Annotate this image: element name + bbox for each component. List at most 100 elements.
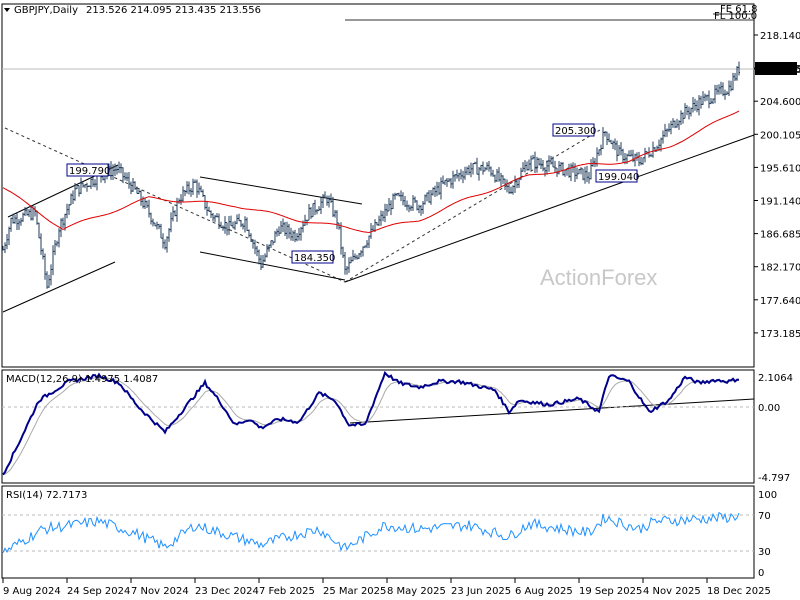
price-bar [714,84,716,104]
dashed-trendline [344,129,601,283]
price-bar [156,221,158,230]
price-bar [558,161,560,175]
price-bar [20,217,22,226]
price-bar [358,252,360,260]
price-bar [300,226,302,241]
price-bar [430,189,432,205]
price-bar [528,159,530,171]
price-bar [684,103,686,119]
price-bar [222,225,224,231]
price-bar [508,182,510,194]
price-bar [78,185,80,197]
price-bar [720,81,722,95]
price-bar [542,160,544,172]
price-bar [474,161,476,165]
price-bar [444,179,446,186]
symbol-title: GBPJPY,Daily [14,5,78,16]
price-bar [206,200,208,216]
price-bar [332,196,334,218]
price-tick-label: 182.170 [760,263,800,274]
price-bar [512,185,514,195]
price-bar [538,157,540,166]
price-bar [322,193,324,209]
price-bar [350,256,352,264]
watermark: ActionForex [540,265,657,290]
price-bar [402,192,404,206]
price-bar [48,274,50,288]
price-bar [190,188,192,197]
date-tick-label: 8 May 2025 [387,586,446,597]
price-bar [726,91,728,95]
price-bar [320,197,322,214]
price-bar [468,165,470,176]
macd-line [2,370,740,476]
price-bar [524,160,526,173]
price-bar [682,112,684,124]
price-bar [178,198,180,204]
price-bar [240,219,242,228]
price-bar [356,254,358,260]
price-bar [352,249,354,262]
price-bar [700,95,702,109]
price-bar [496,169,498,182]
price-tick-label: 177.640 [760,296,800,307]
price-bar [254,239,256,255]
price-bar [680,110,682,126]
price-bar [80,177,82,195]
price-bar [628,150,630,157]
price-tick-label: 209.095 [760,64,800,75]
price-bar [438,182,440,195]
price-bar [376,222,378,226]
price-bar [622,148,624,163]
rsi-tick-label: 30 [758,547,771,558]
collapse-triangle-icon[interactable] [4,8,10,12]
price-bar [568,163,570,178]
price-bar [114,163,116,177]
price-bar [238,213,240,222]
price-bar [344,251,346,275]
price-bar [68,203,70,215]
price-bar [434,185,436,197]
price-bar [34,206,36,217]
macd-title: MACD(12,26,9) 1.4975 1.4087 [6,374,158,385]
price-bar [598,149,600,157]
rsi-title: RSI(14) 72.7173 [6,490,87,501]
price-bar [470,162,472,178]
price-bar [560,162,562,172]
price-bar [620,142,622,156]
rsi-tick-label: 0 [758,568,764,579]
date-tick-label: 9 Aug 2024 [3,586,61,597]
price-bar [54,239,56,256]
price-bar [454,174,456,182]
price-bar [678,120,680,130]
price-bar [484,166,486,172]
price-bar [666,128,668,137]
price-bar [674,120,676,129]
price-bar [70,193,72,206]
price-bar [446,178,448,187]
price-bar [276,228,278,237]
price-bar [340,222,342,255]
price-bar [734,72,736,82]
price-bar [346,266,348,275]
rsi-tick-label: 70 [758,511,771,522]
price-bar [262,254,264,268]
price-bar [290,227,292,241]
price-bar [702,91,704,105]
price-bar [536,156,538,173]
price-bar [698,95,700,116]
price-bar [146,200,148,208]
price-bar [194,179,196,183]
price-bar [52,245,54,276]
price-bar [304,214,306,226]
price-bar [326,195,328,206]
price-bar [336,210,338,230]
price-bar [228,216,230,235]
price-bar [554,160,556,173]
price-bar [266,244,268,258]
price-bar [216,213,218,218]
price-bar [378,215,380,227]
price-bar [90,178,92,190]
price-bar [676,118,678,128]
chart-window: ActionForex 199.790 184.350 205.300 199.… [0,0,800,600]
